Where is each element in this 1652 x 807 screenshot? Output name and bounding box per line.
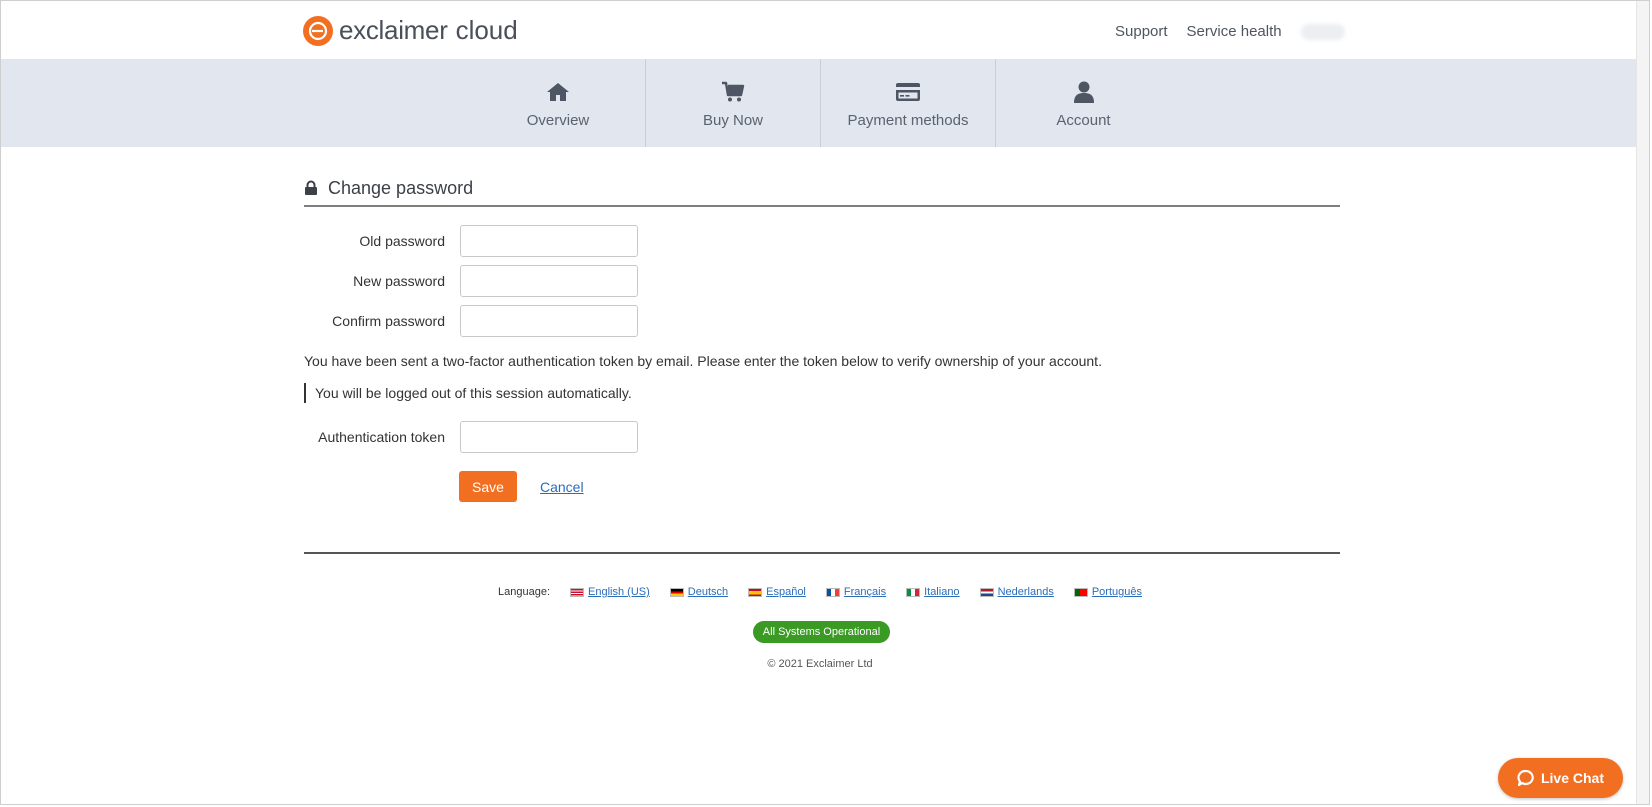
language-item-pt[interactable]: Português	[1073, 586, 1142, 598]
new-password-input[interactable]	[460, 265, 638, 297]
us-flag-icon	[570, 587, 585, 597]
confirm-password-input[interactable]	[460, 305, 638, 337]
old-password-row: Old password	[304, 221, 1340, 261]
spanish-flag-icon	[748, 587, 763, 597]
dutch-flag-icon	[979, 587, 994, 597]
cancel-link[interactable]: Cancel	[540, 479, 584, 495]
language-link-nl[interactable]: Nederlands	[998, 586, 1054, 598]
home-icon	[547, 83, 569, 101]
password-form: Old password New password Confirm passwo…	[304, 221, 1340, 341]
live-chat-button[interactable]: Live Chat	[1498, 758, 1623, 798]
page-title: Change password	[304, 171, 1340, 207]
nav-overview[interactable]: Overview	[471, 59, 646, 147]
brand-product: cloud	[455, 15, 518, 45]
new-password-row: New password	[304, 261, 1340, 301]
exclaimer-logo-icon	[303, 15, 333, 46]
confirm-password-label: Confirm password	[332, 313, 445, 329]
language-item-it[interactable]: Italiano	[906, 586, 960, 598]
live-chat-label: Live Chat	[1540, 770, 1604, 786]
language-link-pt[interactable]: Português	[1092, 586, 1142, 598]
window-scrollbar[interactable]	[1636, 1, 1649, 804]
status-badge[interactable]: All Systems Operational	[753, 621, 890, 643]
two-factor-info-text: You have been sent a two-factor authenti…	[304, 353, 1102, 369]
page-title-text: Change password	[328, 177, 474, 198]
main-nav-band: Overview Buy Now Payment methods Account	[1, 59, 1639, 147]
portuguese-flag-icon	[1073, 587, 1088, 597]
language-label: Language:	[498, 586, 551, 598]
language-link-en-us[interactable]: English (US)	[588, 586, 650, 598]
save-button[interactable]: Save	[459, 471, 517, 502]
lock-icon	[305, 180, 317, 195]
cart-icon	[722, 81, 745, 102]
nav-payment-methods[interactable]: Payment methods	[821, 59, 996, 147]
german-flag-icon	[669, 587, 684, 597]
auth-token-input[interactable]	[460, 421, 638, 453]
chat-bubble-icon	[1517, 769, 1534, 787]
form-actions: Save Cancel	[459, 471, 1340, 502]
old-password-input[interactable]	[460, 225, 638, 257]
nav-buy-now-label: Buy Now	[702, 112, 764, 129]
language-item-en-us[interactable]: English (US)	[570, 586, 650, 598]
italian-flag-icon	[906, 587, 921, 597]
user-icon	[1073, 81, 1094, 103]
nav-overview-label: Overview	[526, 112, 590, 129]
brand-name: exclaimer	[339, 15, 448, 45]
top-links: Support Service health	[1115, 23, 1345, 40]
page-frame: exclaimer cloud Support Service health O…	[0, 0, 1650, 805]
auth-token-label: Authentication token	[318, 429, 445, 445]
nav-account[interactable]: Account	[996, 59, 1171, 147]
old-password-label: Old password	[359, 233, 445, 249]
language-link-es[interactable]: Español	[766, 586, 806, 598]
copyright-text: © 2021 Exclaimer Ltd	[767, 658, 873, 670]
exclaimer-logo[interactable]: exclaimer cloud	[303, 15, 518, 46]
language-link-fr[interactable]: Français	[844, 586, 886, 598]
confirm-password-row: Confirm password	[304, 301, 1340, 341]
french-flag-icon	[825, 587, 840, 597]
language-item-nl[interactable]: Nederlands	[979, 586, 1054, 598]
nav-buy-now[interactable]: Buy Now	[646, 59, 821, 147]
language-item-fr[interactable]: Français	[825, 586, 886, 598]
top-header: exclaimer cloud Support Service health	[1, 1, 1639, 59]
nav-payment-methods-label: Payment methods	[847, 112, 969, 129]
service-health-link[interactable]: Service health	[1187, 23, 1282, 40]
content-divider	[304, 552, 1340, 554]
language-selector: Language: English (US) Deutsch Español F…	[1, 586, 1639, 598]
nav-account-label: Account	[1056, 112, 1111, 129]
logout-note: You will be logged out of this session a…	[304, 383, 1340, 403]
auth-token-row: Authentication token	[304, 417, 1340, 457]
user-menu-redacted[interactable]	[1300, 23, 1345, 40]
language-item-es[interactable]: Español	[748, 586, 806, 598]
language-link-it[interactable]: Italiano	[924, 586, 959, 598]
main-nav: Overview Buy Now Payment methods Account	[471, 59, 1171, 147]
language-item-de[interactable]: Deutsch	[669, 586, 728, 598]
language-link-de[interactable]: Deutsch	[688, 586, 728, 598]
credit-card-icon	[896, 83, 920, 101]
main-content: Change password Old password New passwor…	[304, 147, 1340, 554]
support-link[interactable]: Support	[1115, 23, 1168, 40]
new-password-label: New password	[353, 273, 445, 289]
